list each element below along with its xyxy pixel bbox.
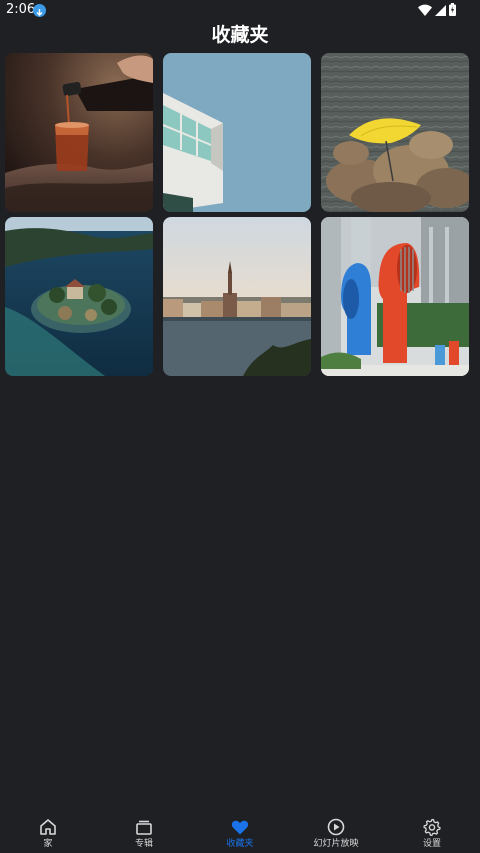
status-time: 2:06 — [6, 2, 36, 17]
photo-tile-umbrella[interactable] — [321, 53, 469, 212]
nav-item-album[interactable]: 专辑 — [96, 817, 192, 853]
nav-item-settings[interactable]: 设置 — [384, 817, 480, 853]
photo-tile-city[interactable] — [163, 217, 311, 376]
photo-tile-pouring-drink[interactable] — [5, 53, 153, 212]
status-icons — [418, 1, 456, 20]
nav-label-settings: 设置 — [422, 839, 441, 849]
photo-tile-vents[interactable] — [321, 217, 469, 376]
nav-item-home[interactable]: 家 — [0, 817, 96, 853]
photo-tile-building[interactable] — [163, 53, 311, 212]
battery-icon — [449, 1, 456, 20]
home-icon — [38, 817, 58, 837]
nav-item-slideshow[interactable]: 幻灯片放映 — [288, 817, 384, 853]
wifi-icon — [418, 1, 432, 20]
album-icon — [134, 817, 154, 837]
page-title: 收藏夹 — [211, 24, 269, 46]
nav-label-home: 家 — [43, 839, 53, 849]
gear-icon — [422, 817, 442, 837]
download-circle-icon — [33, 4, 46, 17]
nav-label-album: 专辑 — [134, 839, 153, 849]
play-circle-icon — [326, 817, 346, 837]
cell-signal-icon — [435, 1, 446, 20]
nav-label-favorites: 收藏夹 — [226, 839, 254, 849]
bottom-nav: 家 专辑 收藏夹 幻灯片放映 设置 — [0, 812, 480, 853]
heart-icon — [230, 817, 250, 837]
photo-tile-island[interactable] — [5, 217, 153, 376]
nav-label-slideshow: 幻灯片放映 — [313, 839, 359, 849]
status-bar: 2:06 — [0, 0, 480, 20]
nav-item-favorites[interactable]: 收藏夹 — [192, 817, 288, 853]
